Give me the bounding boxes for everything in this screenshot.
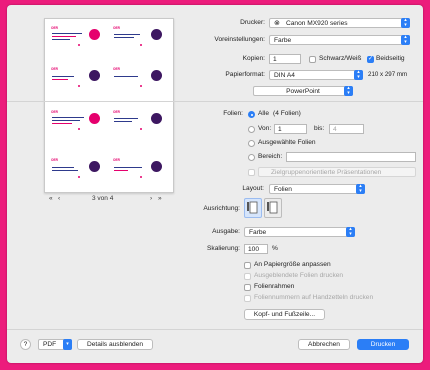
range-field[interactable] — [286, 152, 416, 162]
hidden-slides-label: Ausgeblendete Folien drucken — [254, 272, 344, 279]
output-value: Farbe — [249, 229, 267, 236]
preview-pager: « ‹ 3 von 4 › » — [44, 195, 174, 205]
slides-all-radio[interactable] — [248, 111, 255, 118]
scaling-unit: % — [272, 245, 278, 252]
fit-to-paper-checkbox[interactable] — [244, 262, 251, 269]
popup-arrows-icon: ▴ ▾ — [354, 70, 363, 80]
hide-details-button[interactable]: Details ausblenden — [77, 339, 153, 350]
page-indicator: 3 von 4 — [92, 195, 114, 202]
portrait-orientation-button[interactable] — [244, 198, 262, 218]
slides-all-count: (4 Folien) — [273, 110, 301, 117]
preview-slide: OER — [50, 109, 106, 131]
duplex-label: Beidseitig — [376, 55, 405, 62]
layout-popup[interactable]: Folien ▴ ▾ — [269, 184, 365, 194]
print-preview-page: OER OER OER OER OER OER OER OER — [44, 18, 174, 193]
popup-arrows-icon: ▴ ▾ — [401, 35, 410, 45]
previous-page-icon[interactable]: ‹ — [58, 195, 60, 202]
slides-from-radio[interactable] — [248, 126, 255, 133]
selected-slides-radio[interactable] — [248, 140, 255, 147]
preview-slide: OER — [50, 157, 106, 179]
first-page-icon[interactable]: « — [49, 195, 53, 202]
frame-slides-checkbox[interactable] — [244, 284, 251, 291]
slide-logo: OER — [113, 158, 120, 162]
print-button[interactable]: Drucken — [357, 339, 409, 350]
header-footer-button[interactable]: Kopf- und Fußzeile... — [244, 309, 325, 320]
preview-slide: OER — [112, 157, 168, 179]
landscape-icon — [267, 201, 278, 214]
pdf-menu-button[interactable]: PDF ▾ — [38, 339, 72, 350]
to-label: bis: — [314, 125, 325, 132]
custom-show-popup[interactable]: Zielgruppenorientierte Präsentationen — [258, 167, 416, 177]
preview-slide: OER — [112, 66, 168, 88]
presets-label: Voreinstellungen: — [214, 36, 265, 43]
custom-show-placeholder: Zielgruppenorientierte Präsentationen — [271, 169, 382, 176]
printer-icon: ⊗ — [274, 20, 280, 27]
preview-slide: OER — [112, 25, 168, 47]
pdf-label: PDF — [43, 341, 57, 348]
help-button[interactable]: ? — [20, 339, 31, 350]
scaling-field[interactable]: 100 — [244, 244, 268, 254]
custom-show-checkbox[interactable] — [248, 169, 255, 176]
presets-value: Farbe — [274, 37, 292, 44]
chevron-down-icon: ▾ — [63, 339, 72, 350]
paper-dimensions-text: 210 x 297 mm — [368, 71, 408, 78]
from-field[interactable]: 1 — [274, 124, 307, 134]
slide-logo: OER — [51, 26, 58, 30]
duplex-checkbox[interactable]: ✓ — [367, 56, 374, 63]
to-field[interactable]: 4 — [329, 124, 364, 134]
slide-logo: OER — [113, 26, 120, 30]
black-white-checkbox[interactable] — [309, 56, 316, 63]
layout-label: Layout: — [242, 185, 264, 192]
paper-size-popup[interactable]: DIN A4 ▴ ▾ — [269, 70, 363, 80]
portrait-icon — [247, 201, 258, 214]
copies-field[interactable]: 1 — [269, 54, 301, 64]
section-divider — [7, 101, 423, 102]
preview-slide: OER — [112, 109, 168, 131]
scaling-label: Skalierung: — [207, 245, 240, 252]
presets-popup[interactable]: Farbe ▴ ▾ — [269, 35, 410, 45]
landscape-orientation-button[interactable] — [264, 198, 282, 218]
slide-logo: OER — [113, 67, 120, 71]
slide-logo: OER — [51, 158, 58, 162]
next-page-icon[interactable]: › — [150, 195, 152, 202]
preview-slide: OER — [50, 66, 106, 88]
popup-arrows-icon: ▴ ▾ — [401, 18, 410, 28]
slide-numbers-checkbox[interactable] — [244, 295, 251, 302]
range-radio[interactable] — [248, 154, 255, 161]
hidden-slides-checkbox[interactable] — [244, 273, 251, 280]
cancel-button[interactable]: Abbrechen — [298, 339, 350, 350]
app-section-popup[interactable]: PowerPoint ▴ ▾ — [253, 86, 353, 96]
popup-arrows-icon: ▴ ▾ — [346, 227, 355, 237]
frame-slides-label: Folienrahmen — [254, 283, 295, 290]
slide-numbers-label: Foliennummern auf Handzetteln drucken — [254, 294, 374, 301]
orientation-label: Ausrichtung: — [203, 205, 240, 212]
printer-label: Drucker: — [240, 19, 265, 26]
slide-logo: OER — [51, 110, 58, 114]
paper-size-value: DIN A4 — [274, 72, 295, 79]
printer-value: Canon MX920 series — [286, 20, 348, 27]
printer-popup[interactable]: ⊗ Canon MX920 series ▴ ▾ — [269, 18, 410, 28]
footer-divider — [7, 329, 423, 330]
from-label: Von: — [258, 125, 272, 132]
black-white-label: Schwarz/Weiß — [319, 55, 362, 62]
app-section-value: PowerPoint — [286, 88, 320, 95]
fit-to-paper-label: An Papiergröße anpassen — [254, 261, 331, 268]
output-popup[interactable]: Farbe ▴ ▾ — [244, 227, 355, 237]
output-label: Ausgabe: — [212, 228, 240, 235]
preview-slide: OER — [50, 25, 106, 47]
layout-value: Folien — [274, 186, 292, 193]
print-dialog: OER OER OER OER OER OER OER OER « ‹ 3 vo… — [7, 5, 423, 363]
slides-all-label: Alle — [258, 110, 269, 117]
slides-label: Folien: — [223, 110, 243, 117]
slide-logo: OER — [113, 110, 120, 114]
last-page-icon[interactable]: » — [158, 195, 162, 202]
range-label: Bereich: — [258, 153, 283, 160]
slide-logo: OER — [51, 67, 58, 71]
copies-label: Kopien: — [242, 55, 265, 62]
popup-arrows-icon: ▴ ▾ — [344, 86, 353, 96]
popup-arrows-icon: ▴ ▾ — [356, 184, 365, 194]
paper-size-label: Papierformat: — [225, 71, 265, 78]
selected-slides-label: Ausgewählte Folien — [258, 139, 316, 146]
